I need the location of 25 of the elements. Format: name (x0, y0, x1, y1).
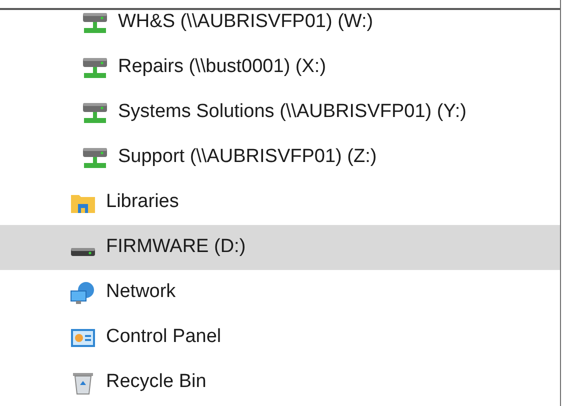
globe-monitor-icon (70, 280, 96, 304)
tree-item[interactable]: Systems Solutions (\\AUBRISVFP01) (Y:) (0, 90, 560, 135)
drive-icon (70, 246, 96, 256)
network-drive-icon (82, 100, 108, 124)
tree-item[interactable]: FIRMWARE (D:) (0, 225, 560, 270)
tree-item[interactable]: Repairs (\\bust0001) (X:) (0, 45, 560, 90)
tree-item[interactable]: WH&S (\\AUBRISVFP01) (W:) (0, 0, 560, 45)
item-label: Repairs (\\bust0001) (X:) (118, 55, 326, 80)
network-drive-icon (82, 146, 108, 170)
bin-icon (70, 370, 96, 394)
tree-item[interactable]: Control Panel (0, 315, 560, 360)
item-label: WH&S (\\AUBRISVFP01) (W:) (118, 10, 374, 34)
item-label: Network (106, 280, 176, 304)
tree-item[interactable]: Network (0, 270, 560, 315)
item-label: FIRMWARE (D:) (106, 235, 246, 260)
item-label: Control Panel (106, 325, 222, 350)
item-label: Recycle Bin (106, 370, 206, 394)
tree-item[interactable]: Recycle Bin (0, 360, 560, 405)
network-drive-icon (82, 56, 108, 80)
tree-item[interactable]: Support (\\AUBRISVFP01) (Z:) (0, 135, 560, 180)
item-label: Support (\\AUBRISVFP01) (Z:) (118, 145, 377, 170)
tree-item[interactable]: Libraries (0, 180, 560, 225)
network-drive-icon (82, 10, 108, 34)
item-label: Systems Solutions (\\AUBRISVFP01) (Y:) (118, 100, 466, 124)
item-label: Libraries (106, 190, 179, 214)
